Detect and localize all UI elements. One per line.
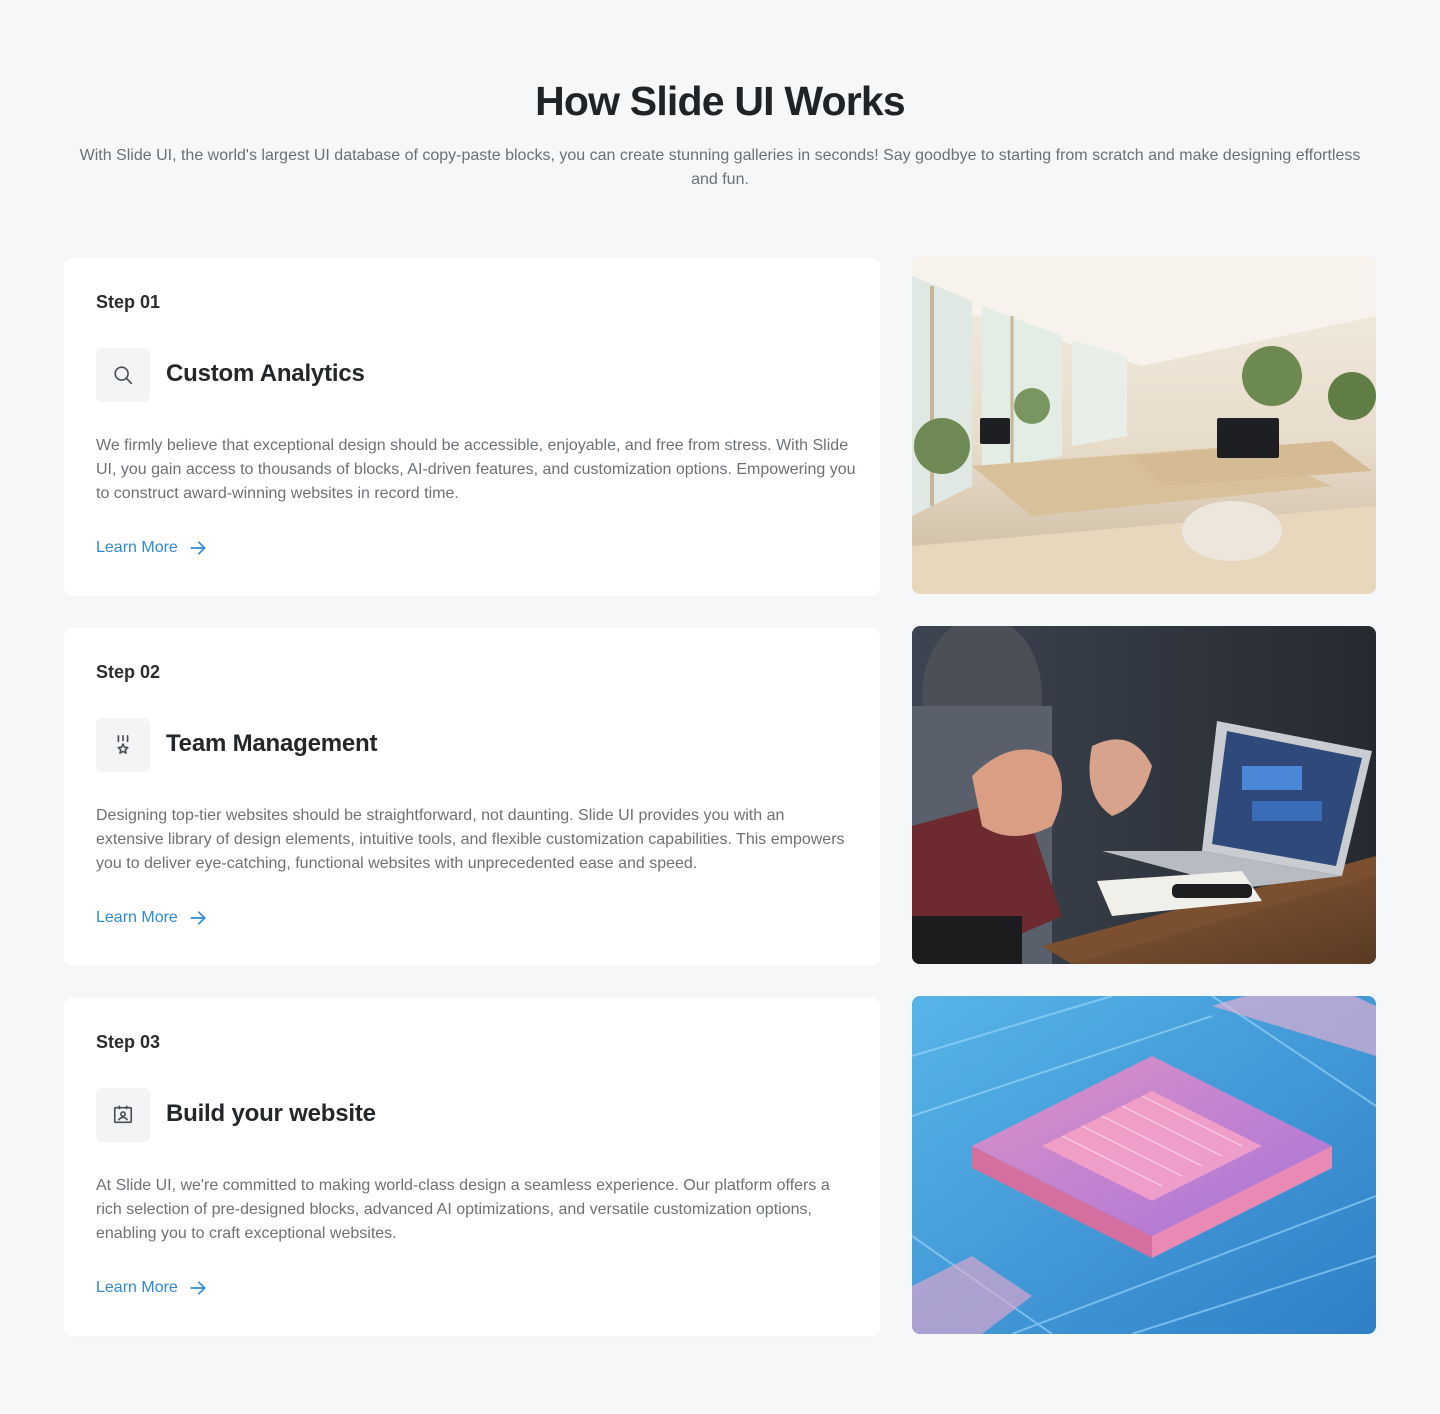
learn-more-link[interactable]: Learn More (96, 1278, 208, 1298)
feature-icon-box (96, 1088, 150, 1142)
step-label: Step 02 (96, 662, 161, 682)
feature-title: Custom Analytics (166, 360, 365, 387)
step-label: Step 01 (96, 292, 161, 312)
feature-title: Build your website (166, 1100, 376, 1127)
step-card-2: Step 02 Team Management Designing top-ti… (64, 628, 880, 966)
office-interior-photo (912, 256, 1376, 594)
feature-icon-box (96, 718, 150, 772)
arrow-right-icon (190, 911, 206, 925)
learn-more-label: Learn More (96, 909, 178, 926)
learn-more-link[interactable]: Learn More (96, 908, 208, 928)
page-title: How Slide UI Works (535, 78, 906, 124)
page-subtitle: With Slide UI, the world's largest UI da… (79, 147, 1361, 188)
circuit-chip-photo (912, 996, 1376, 1334)
meeting-laptop-photo (912, 626, 1376, 964)
learn-more-label: Learn More (96, 539, 178, 556)
award-icon (117, 735, 129, 754)
step-label: Step 03 (96, 1032, 161, 1052)
contact-card-icon (113, 1105, 133, 1124)
search-icon (114, 366, 133, 385)
step-card-1: Step 01 Custom Analytics We firmly belie… (64, 258, 880, 596)
feature-description: At Slide UI, we're committed to making w… (96, 1177, 830, 1242)
arrow-right-icon (190, 541, 206, 555)
feature-description: Designing top-tier websites should be st… (96, 807, 845, 872)
learn-more-label: Learn More (96, 1279, 178, 1296)
feature-icon-box (96, 348, 150, 402)
feature-description: We firmly believe that exceptional desig… (96, 437, 856, 502)
arrow-right-icon (190, 1281, 206, 1295)
feature-title: Team Management (166, 730, 378, 757)
learn-more-link[interactable]: Learn More (96, 538, 208, 558)
step-card-3: Step 03 Build your website At Slide UI, … (64, 998, 880, 1336)
